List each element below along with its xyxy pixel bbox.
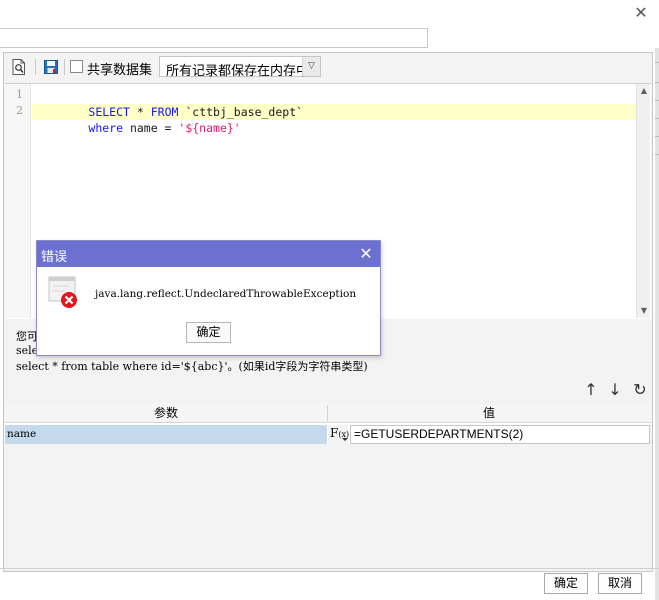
refresh-icon[interactable]: ↻	[631, 381, 649, 399]
cancel-button[interactable]: 取消	[598, 573, 642, 594]
chevron-down-icon[interactable]: ▽	[302, 57, 320, 76]
move-up-icon[interactable]: ↑	[582, 381, 600, 399]
error-ok-button[interactable]: 确定	[186, 322, 231, 343]
dataset-name-input[interactable]	[0, 28, 428, 48]
parameters-table: 参数 值 name F(x) =GETUSERDEPARTMENTS(2)	[5, 404, 650, 444]
param-value-input[interactable]: =GETUSERDEPARTMENTS(2)	[350, 425, 650, 444]
shared-dataset-label: 共享数据集	[87, 62, 153, 77]
sql-line: where name = '${name}'	[33, 104, 240, 135]
error-dialog-titlebar: 错误 ✕	[37, 241, 380, 267]
error-dialog: 错误 ✕ java.lang.reflect.UndeclaredThrowab…	[36, 240, 381, 356]
scroll-down-icon[interactable]: ▼	[637, 304, 651, 318]
save-icon[interactable]	[42, 58, 60, 76]
dataset-editor-window: ✕ 共享数据集 所有记录都保存在内存中 ▽ 1 2 SELECT * FROM …	[0, 0, 659, 600]
column-header-param[interactable]: 参数	[5, 404, 327, 423]
hint-line: select * from table where id='${abc}'。(如…	[16, 360, 368, 373]
formula-icon[interactable]: F(x)	[328, 425, 349, 444]
line-number: 2	[16, 104, 23, 117]
column-header-value[interactable]: 值	[328, 404, 650, 423]
move-down-icon[interactable]: ↓	[606, 381, 624, 399]
toolbar-separator	[35, 59, 36, 75]
memory-mode-value: 所有记录都保存在内存中	[166, 63, 310, 78]
ok-button[interactable]: 确定	[544, 573, 588, 594]
formula-dropdown-icon	[342, 438, 348, 441]
close-icon[interactable]: ✕	[357, 244, 375, 264]
param-name-cell[interactable]: name	[5, 425, 327, 444]
scroll-up-icon[interactable]: ▲	[637, 84, 651, 98]
window-close-icon[interactable]: ✕	[632, 4, 650, 22]
error-message: java.lang.reflect.UndeclaredThrowableExc…	[95, 288, 357, 300]
sql-line: SELECT * FROM `cttbj_base_dept`	[33, 88, 303, 119]
error-icon	[47, 276, 79, 310]
memory-mode-select[interactable]: 所有记录都保存在内存中 ▽	[159, 56, 321, 78]
shared-dataset-checkbox[interactable]	[70, 60, 83, 73]
editor-scrollbar[interactable]: ▲ ▼	[636, 84, 650, 318]
hint-line: sele	[16, 344, 39, 357]
hint-line: 您可	[16, 330, 38, 343]
sql-string: '${name}'	[178, 121, 241, 135]
sql-keyword: where	[88, 121, 124, 135]
line-number-gutter: 1 2	[5, 84, 31, 318]
error-dialog-title: 错误	[41, 249, 68, 264]
footer-divider	[0, 568, 659, 569]
toolbar-separator	[64, 59, 65, 75]
sql-text: name =	[123, 121, 179, 135]
line-number: 1	[16, 88, 23, 101]
background-scrollbar	[655, 48, 659, 600]
preview-icon[interactable]	[10, 58, 28, 76]
query-toolbar: 共享数据集 所有记录都保存在内存中 ▽	[4, 53, 652, 81]
